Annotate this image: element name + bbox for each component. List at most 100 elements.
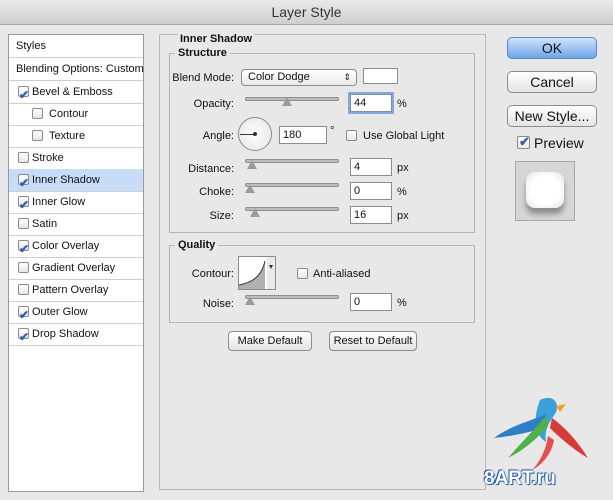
style-item-checkbox[interactable] [18,152,29,163]
style-item-checkbox[interactable]: ✔ [18,174,29,190]
styles-list: Styles Blending Options: Custom ✔ Bevel &… [8,34,144,492]
choke-slider-thumb[interactable] [245,184,255,193]
style-item-label: Pattern Overlay [32,284,109,296]
angle-field[interactable]: 180 [279,126,327,144]
styles-header[interactable]: Styles [9,35,143,58]
use-global-light-checkbox[interactable] [346,130,357,141]
preview-shape [526,172,564,208]
style-item-bevel-emboss[interactable]: ✔ Bevel & Emboss [9,81,143,104]
new-style-button[interactable]: New Style... [507,105,597,127]
opacity-field[interactable]: 44 [350,94,392,112]
angle-dial-center [253,132,257,136]
cancel-button[interactable]: Cancel [507,71,597,93]
style-item-checkbox[interactable]: ✔ [18,196,29,212]
style-item-color-overlay[interactable]: ✔ Color Overlay [9,235,143,258]
choke-unit: % [397,186,407,198]
angle-unit: ° [330,125,335,137]
blending-options-label: Blending Options: Custom [16,63,144,75]
blend-mode-value: Color Dodge [248,71,310,83]
blend-mode-select[interactable]: Color Dodge ⇕ [241,69,357,86]
style-item-label: Satin [32,218,58,230]
inner-shadow-panel: Inner Shadow Structure Blend Mode: Color… [159,33,486,490]
style-item-checkbox[interactable]: ✔ [18,86,29,102]
style-item-label: Stroke [32,152,64,164]
style-item-texture[interactable]: Texture [9,125,143,148]
style-item-checkbox[interactable] [32,108,43,119]
size-label: Size: [209,210,234,222]
angle-label: Angle: [202,130,234,142]
style-item-outer-glow[interactable]: ✔ Outer Glow [9,301,143,324]
style-item-checkbox[interactable] [18,262,29,273]
use-global-light-label: Use Global Light [363,130,445,142]
opacity-slider[interactable] [245,97,339,101]
style-item-satin[interactable]: Satin [9,213,143,236]
reset-to-default-button[interactable]: Reset to Default [329,331,417,351]
distance-label: Distance: [188,163,234,175]
size-unit: px [397,210,409,222]
style-item-checkbox[interactable] [32,130,43,141]
style-item-checkbox[interactable] [18,218,29,229]
anti-aliased-checkbox[interactable] [297,268,308,279]
noise-slider[interactable] [245,295,339,299]
style-item-drop-shadow[interactable]: ✔ Drop Shadow [9,323,143,346]
opacity-label: Opacity: [193,98,234,110]
contour-label: Contour: [191,268,234,280]
structure-legend: Structure [175,47,230,59]
style-item-checkbox[interactable] [18,284,29,295]
styles-header-label: Styles [16,40,46,52]
panel-title: Inner Shadow [178,33,255,45]
style-item-inner-glow[interactable]: ✔ Inner Glow [9,191,143,214]
distance-unit: px [397,162,409,174]
preview-checkbox[interactable]: ✔ [517,134,530,149]
style-item-label: Drop Shadow [32,328,99,340]
style-item-checkbox[interactable]: ✔ [18,328,29,344]
style-item-label: Contour [49,108,89,120]
blend-mode-label: Blend Mode: [172,72,234,84]
style-item-inner-shadow[interactable]: ✔ Inner Shadow [9,169,143,192]
style-item-label: Inner Glow [32,196,86,208]
quality-legend: Quality [175,239,219,251]
style-item-label: Inner Shadow [32,174,100,186]
style-item-stroke[interactable]: Stroke [9,147,143,170]
style-item-checkbox[interactable]: ✔ [18,306,29,322]
quality-group [169,245,475,323]
window-title: Layer Style [271,4,342,20]
anti-aliased-label: Anti-aliased [313,268,371,280]
shadow-color-swatch[interactable] [363,68,398,84]
style-item-label: Color Overlay [32,240,100,252]
parrot-icon [494,397,588,470]
noise-label: Noise: [202,298,234,310]
style-item-gradient-overlay[interactable]: Gradient Overlay [9,257,143,280]
select-arrows-icon: ⇕ [343,72,351,82]
checkmark-icon: ✔ [519,134,530,149]
watermark-text: 8ART.ru [484,468,556,489]
style-item-checkbox[interactable]: ✔ [18,240,29,256]
size-slider-thumb[interactable] [250,208,261,217]
opacity-slider-thumb[interactable] [281,97,292,106]
choke-slider[interactable] [245,183,339,187]
choke-field[interactable]: 0 [350,182,392,200]
checkmark-icon: ✔ [19,330,30,344]
title-bar: Layer Style [0,0,613,25]
preview-thumbnail [515,161,575,221]
contour-curve-icon [239,257,275,289]
preview-label: Preview [534,135,584,151]
noise-slider-thumb[interactable] [245,296,255,305]
size-field[interactable]: 16 [350,206,392,224]
distance-slider[interactable] [245,159,339,163]
make-default-button[interactable]: Make Default [228,331,312,351]
style-item-label: Outer Glow [32,306,88,318]
noise-unit: % [397,297,407,309]
distance-field[interactable]: 4 [350,158,392,176]
style-item-contour[interactable]: Contour [9,103,143,126]
opacity-unit: % [397,98,407,110]
angle-dial[interactable] [238,117,272,151]
style-item-label: Texture [49,130,86,142]
noise-field[interactable]: 0 [350,293,392,311]
ok-button[interactable]: OK [507,37,597,59]
watermark-logo: 8ART.ru [480,392,605,492]
contour-picker[interactable] [238,256,276,290]
distance-slider-thumb[interactable] [246,160,257,169]
style-item-pattern-overlay[interactable]: Pattern Overlay [9,279,143,302]
blending-options-item[interactable]: Blending Options: Custom [9,58,144,81]
